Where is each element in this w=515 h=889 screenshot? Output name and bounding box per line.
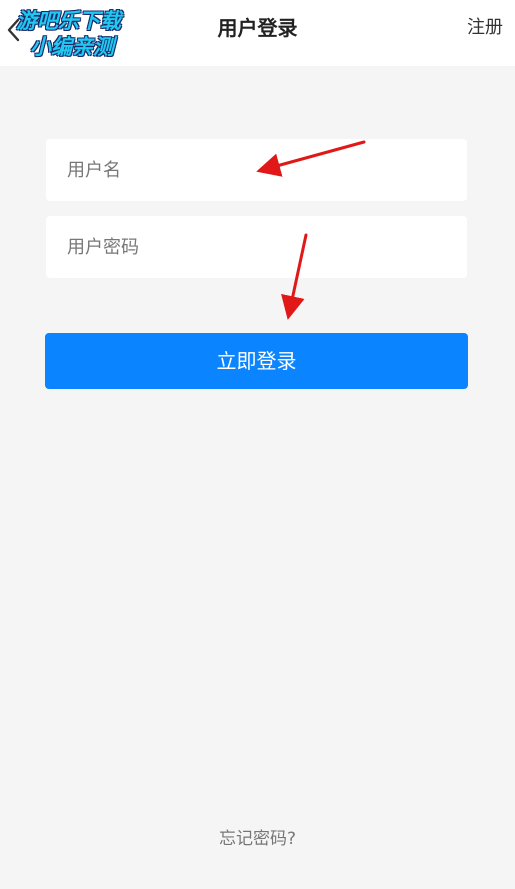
register-link[interactable]: 注册 [467,0,503,56]
header-bar: 用户登录 游吧乐下载 小编亲测 注册 [0,0,515,66]
password-input[interactable] [46,216,467,278]
password-field[interactable] [46,216,467,278]
watermark-line-2: 小编亲测 [30,35,114,59]
watermark-logo: 游吧乐下载 小编亲测 [16,8,146,64]
annotation-overlay [256,140,366,320]
username-input[interactable] [46,139,467,201]
login-button[interactable]: 立即登录 [45,333,468,389]
watermark-line-1: 游吧乐下载 [16,9,121,33]
username-field[interactable] [46,139,467,201]
forgot-password-link[interactable]: 忘记密码? [0,824,515,849]
